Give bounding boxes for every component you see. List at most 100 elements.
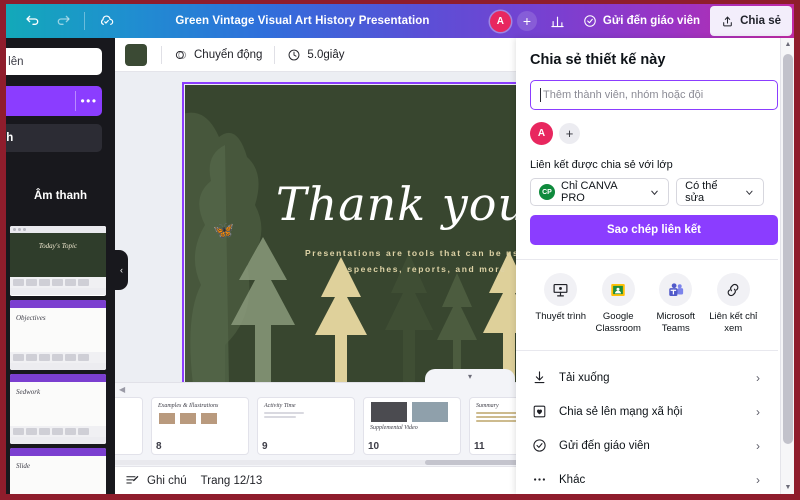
slide-thumb-number: 8 [156,441,162,452]
add-person-button[interactable]: + [559,123,580,144]
share-button-label: Chia sẻ [740,15,781,27]
collaborators: A + [486,4,543,38]
thumb-chrome [10,448,106,456]
sidebar-upload-button[interactable]: ••• [6,86,102,116]
window-frame-top [0,0,800,4]
scroll-up-icon[interactable]: ▲ [781,38,794,51]
copy-link-button[interactable]: Sao chép liên kết [530,215,778,245]
share-app-microsoft-teams-label: Microsoft Teams [656,311,696,335]
sidebar-item-images[interactable]: inh [6,124,102,152]
document-title-area: Green Vintage Visual Art History Present… [119,15,486,27]
slide-thumb-title: Supplemental Video [370,425,418,431]
strip-scroll-left-icon[interactable]: ◀ [119,385,125,394]
link-section-label: Liên kết được chia sẻ với lớp [530,159,673,171]
sidebar-collapse-handle[interactable]: ‹ [115,250,128,290]
thumb-strip [10,277,106,288]
link-access-select[interactable]: CP Chỉ CANVA PRO [530,178,670,206]
menu-item-send-to-teacher[interactable]: Gửi đến giáo viên › [530,429,764,463]
strip-collapse-button[interactable]: ▾ [425,369,515,384]
link-permission-select[interactable]: Có thể sửa [676,178,764,206]
sidebar-thumbnail[interactable]: Sedwork [10,374,106,444]
redo-icon[interactable] [50,8,76,34]
avatar[interactable]: A [530,122,553,145]
toolbar-divider [84,12,85,30]
share-people-placeholder: Thêm thành viên, nhóm hoặc đội [543,89,704,101]
slide-thumb-number: 11 [474,441,485,452]
thumb-chrome [10,300,106,308]
canva-pro-badge: CP [539,184,555,200]
share-app-microsoft-teams[interactable]: Microsoft Teams [647,273,705,336]
slide-thumb[interactable]: Examples & Illustrations 8 [151,397,249,455]
undo-icon[interactable] [20,8,46,34]
send-to-teacher-button[interactable]: Gửi đến giáo viên [573,4,710,38]
social-icon [530,404,548,419]
slide-thumb-images [152,409,248,425]
sidebar-thumbnail[interactable]: Objectives [10,300,106,370]
google-classroom-icon [601,273,635,306]
download-icon [530,370,548,385]
slide-thumb[interactable]: Supplemental Video 10 [363,397,461,455]
window-frame-right [794,0,800,500]
sidebar-thumbnail[interactable]: Slide [10,448,106,494]
top-toolbar-right: A + Gửi đến giáo viên Chia sẻ [486,4,800,38]
thumb-body: Sedwork [10,382,106,426]
scrollbar-thumb[interactable] [783,54,793,444]
share-panel-content: Chia sẻ thiết kế này Thêm thành viên, nh… [516,38,778,494]
share-app-present[interactable]: Thuyết trình [532,273,590,336]
window-frame-left [0,0,6,500]
menu-item-download-label: Tải xuống [559,371,610,384]
link-permission-value: Có thể sửa [685,180,718,204]
page-indicator: Trang 12/13 [200,474,263,487]
share-panel-scrollbar[interactable]: ▲ ▼ [780,38,794,494]
menu-item-social[interactable]: Chia sẻ lên mạng xã hội › [530,395,764,429]
window-frame-bottom [0,494,800,500]
slide-thumb[interactable]: Activity Time 9 [257,397,355,455]
notes-label: Ghi chú [147,474,187,487]
duration-button[interactable]: 5.0giây [281,42,350,68]
share-app-google-classroom[interactable]: Google Classroom [590,273,648,336]
thumb-foot [10,363,106,370]
sidebar-search-value: ải lên [6,55,24,68]
thumb-title: Objectives [16,314,46,322]
share-panel-title: Chia sẻ thiết kế này [530,52,666,68]
toolbar-divider [161,45,162,64]
animate-label: Chuyển động [194,48,263,61]
avatar[interactable]: A [489,10,511,32]
upload-more-icon[interactable]: ••• [76,95,102,107]
share-people-input[interactable]: Thêm thành viên, nhóm hoặc đội [530,80,778,110]
add-collaborator-button[interactable]: + [516,11,537,31]
sidebar-item-images-label: inh [6,132,14,144]
chevron-right-icon: › [756,404,760,419]
share-panel: Chia sẻ thiết kế này Thêm thành viên, nh… [516,38,794,494]
menu-item-download[interactable]: Tải xuống › [530,361,764,395]
notes-button[interactable]: Ghi chú [115,473,197,488]
share-button[interactable]: Chia sẻ [710,6,792,36]
share-app-view-only-link[interactable]: Liên kết chỉ xem [705,273,763,336]
duration-label: 5.0giây [307,48,345,61]
thumb-foot [10,437,106,444]
chevron-right-icon: › [756,370,760,385]
slide-thumb-lines [258,409,354,418]
thumb-strip [10,426,106,437]
page-color-swatch[interactable] [125,43,147,66]
slide-thumb-title: Activity Time [264,403,296,409]
slide-thumb-images [364,398,460,423]
share-menu-list: Tải xuống › Chia sẻ lên mạng xã hội › Gử… [530,351,764,494]
sidebar-section-audio: Âm thanh [33,190,88,202]
text-caret [540,88,541,102]
thumb-chrome [10,374,106,382]
cloud-saved-icon[interactable] [93,8,119,34]
sidebar-thumbnail[interactable]: Today's Topic [10,226,106,296]
chevron-right-icon: › [756,472,760,487]
chevron-down-icon [746,190,753,195]
analytics-icon[interactable] [543,4,573,38]
document-title[interactable]: Green Vintage Visual Art History Present… [175,15,429,27]
toolbar-divider [274,45,276,64]
sidebar-search-input[interactable]: ải lên [6,48,102,75]
slide-thumb-number: 10 [368,441,380,452]
menu-item-more[interactable]: Khác › [530,463,764,494]
thumb-body: Today's Topic [10,233,106,277]
animate-button[interactable]: Chuyển động [168,42,268,68]
menu-item-more-label: Khác [559,473,586,486]
scroll-down-icon[interactable]: ▼ [781,481,794,494]
